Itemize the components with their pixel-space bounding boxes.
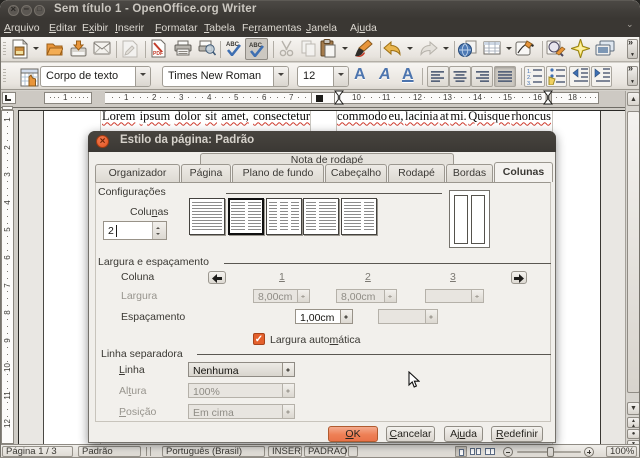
- svg-text:PDF: PDF: [153, 51, 163, 57]
- svg-text:3.: 3.: [527, 81, 532, 85]
